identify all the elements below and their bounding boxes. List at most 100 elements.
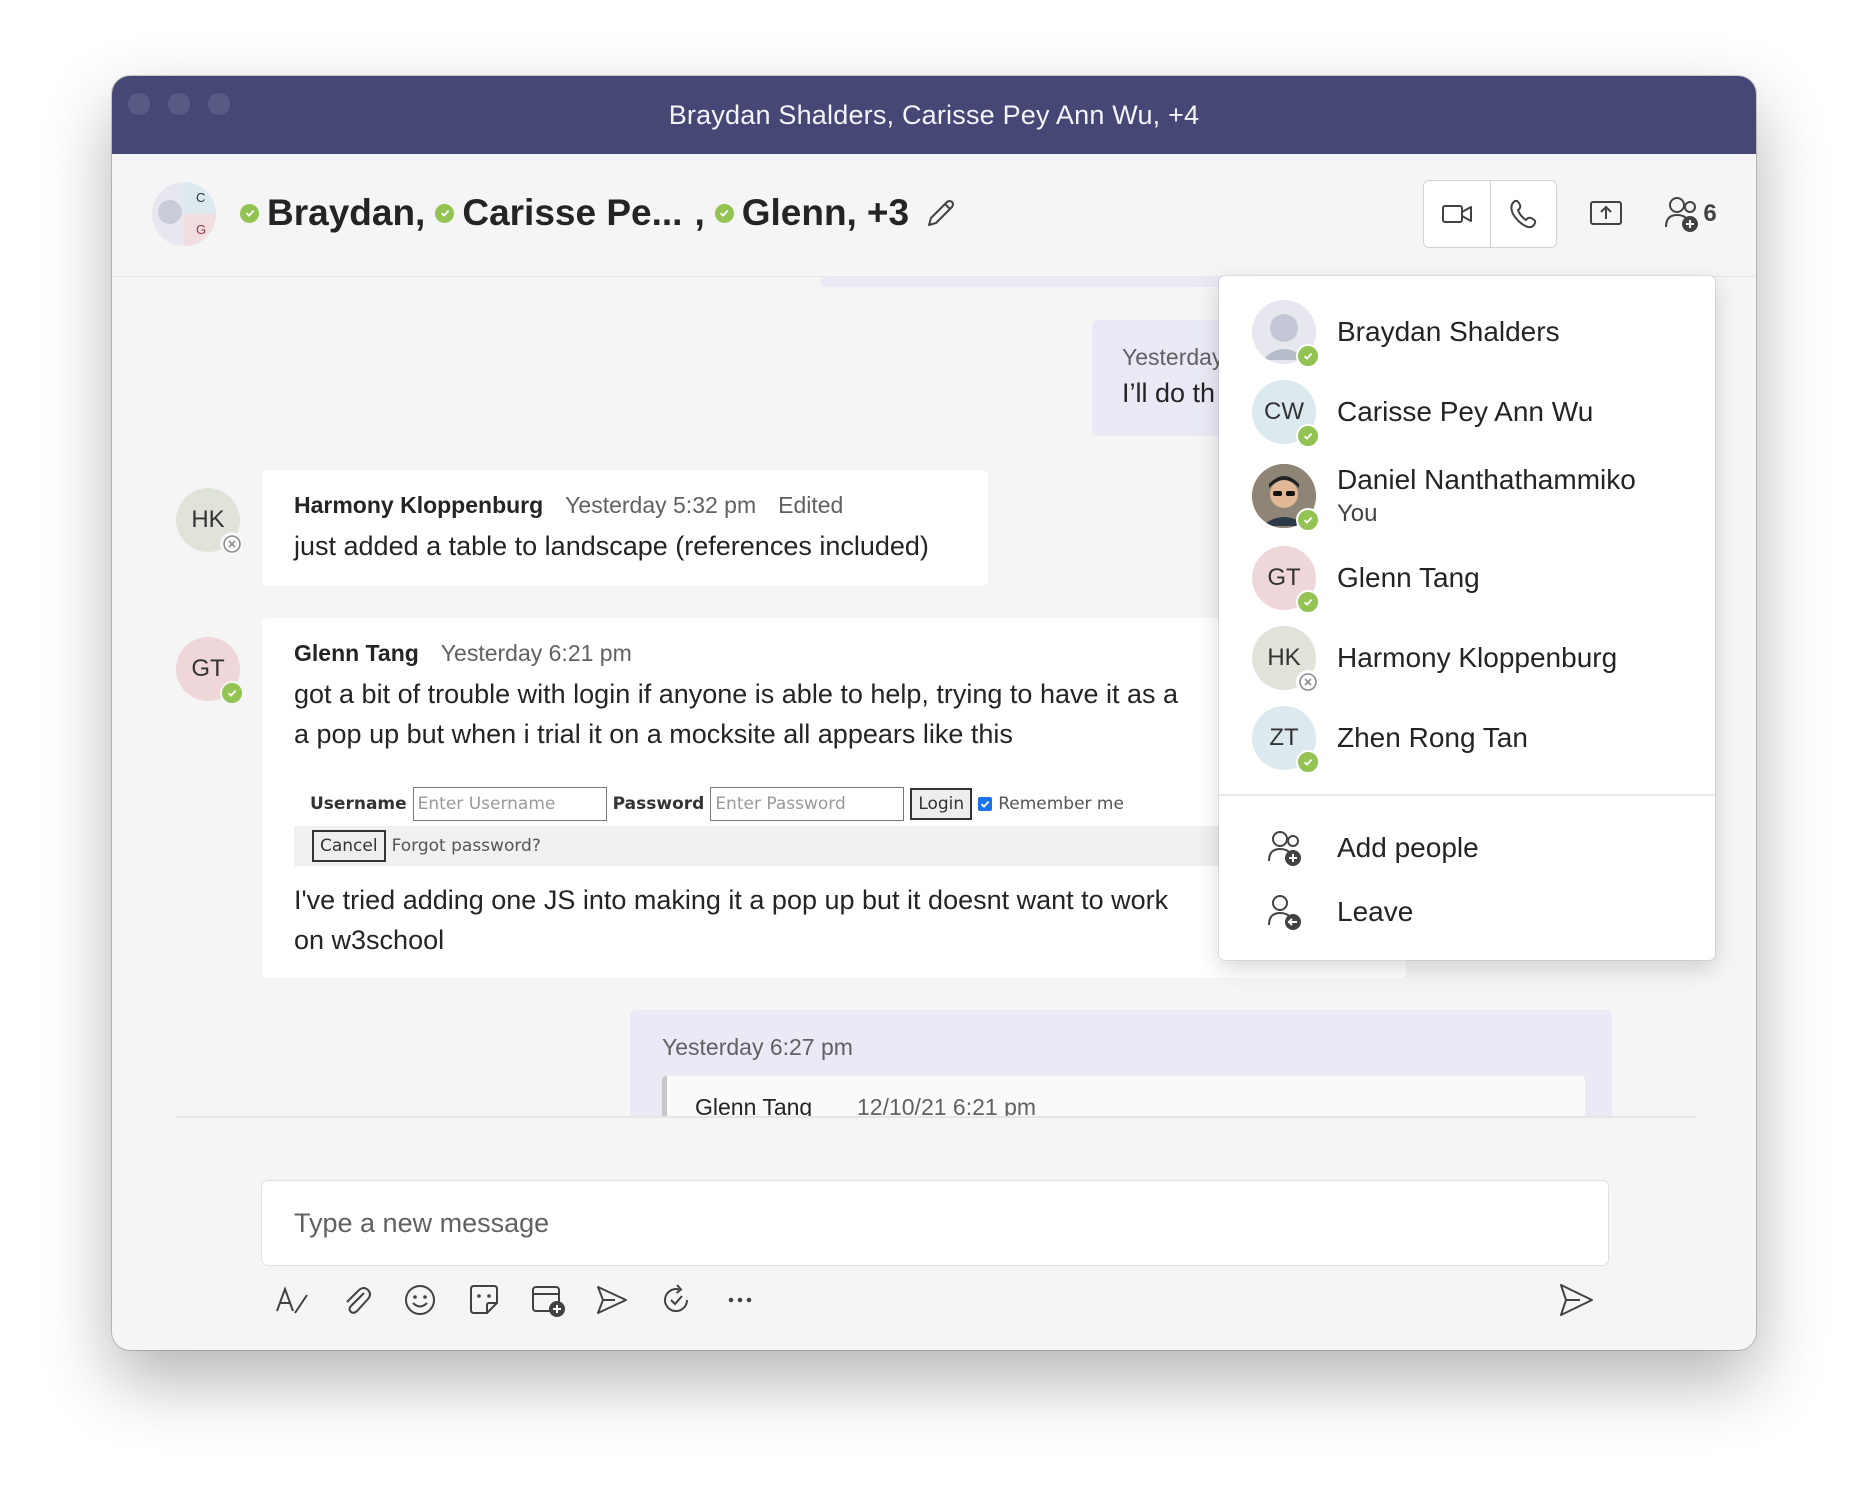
edited-label: Edited [778, 492, 844, 518]
add-people-button[interactable]: Add people [1219, 822, 1715, 874]
member-daniel-nanthathammiko[interactable]: Daniel Nanthathammiko You [1219, 464, 1715, 532]
sender-name[interactable]: Harmony Kloppenburg [294, 492, 543, 518]
password-label: Password [612, 794, 705, 814]
add-people-icon [1268, 831, 1301, 866]
send-icon [1560, 1284, 1593, 1316]
edit-name-icon[interactable] [923, 195, 959, 231]
send-button[interactable] [1554, 1278, 1598, 1322]
group-avatar-letter: C [196, 190, 206, 205]
member-name: Braydan Shalders [1337, 316, 1560, 347]
avatar-initials: CW [1264, 398, 1304, 425]
message-text: a pop up but when i trial it on a mocksi… [294, 719, 1013, 749]
login-button: Login [910, 788, 973, 820]
people-button[interactable]: 6 [1660, 190, 1720, 238]
ellipsis-icon [728, 1297, 752, 1303]
group-avatar: C G [152, 182, 216, 246]
message-text: I've tried adding one JS into making it … [294, 885, 1169, 915]
chat-title[interactable]: Braydan, Carisse Pe... , Glenn, +3 [230, 192, 959, 234]
emoji-icon [405, 1285, 435, 1315]
emoji-button[interactable] [398, 1278, 442, 1322]
member-carisse-pey-ann-wu[interactable]: CW Carisse Pey Ann Wu [1219, 380, 1715, 448]
avatar-harmony-kloppenburg[interactable]: HK [176, 488, 244, 556]
available-icon [714, 203, 734, 223]
member-avatar: GT [1252, 546, 1320, 614]
login-row: Username Enter Username Password Enter P… [310, 786, 1124, 822]
member-avatar: CW [1252, 380, 1320, 448]
member-name: Glenn Tang [1337, 562, 1480, 593]
refresh-icon [664, 1284, 689, 1313]
sticker-icon [470, 1285, 498, 1314]
message-text: got a bit of trouble with login if anyon… [294, 679, 1179, 709]
username-label: Username [310, 794, 407, 814]
participant-separator: , [694, 192, 705, 233]
leave-button[interactable]: Leave [1219, 886, 1715, 938]
message-time: Yesterday 6:27 pm [662, 1034, 853, 1060]
message-time: Yesterday [1122, 344, 1224, 370]
login-form-screenshot[interactable]: Username Enter Username Password Enter P… [294, 778, 1224, 866]
call-buttons [1423, 180, 1557, 248]
avatar-initials: ZT [1269, 724, 1299, 751]
share-screen-icon [1590, 201, 1622, 225]
sender-name[interactable]: Glenn Tang [294, 640, 419, 666]
quote-sender: Glenn Tang [695, 1094, 813, 1116]
username-field: Enter Username [412, 787, 607, 821]
loop-button[interactable] [654, 1278, 698, 1322]
people-flyout: Braydan Shalders CW Carisse Pey Ann Wu D… [1219, 276, 1715, 960]
available-status-icon [1296, 508, 1320, 532]
add-people-label: Add people [1337, 832, 1479, 863]
format-button[interactable] [270, 1278, 314, 1322]
calendar-add-icon [532, 1286, 565, 1317]
member-zhen-rong-tan[interactable]: ZT Zhen Rong Tan [1219, 706, 1715, 774]
group-avatar-letter: G [196, 222, 207, 237]
available-status-icon [1296, 590, 1320, 614]
composer-toolbar [270, 1278, 762, 1322]
message-text: I’ll do th [1122, 378, 1216, 408]
participant-name: Braydan, [267, 192, 426, 233]
paperclip-icon [346, 1287, 371, 1314]
message-composer[interactable]: Type a new message [262, 1181, 1608, 1265]
stream-button[interactable] [590, 1278, 634, 1322]
video-call-button[interactable] [1424, 181, 1490, 247]
people-count: 6 [1703, 200, 1717, 227]
member-avatar: ZT [1252, 706, 1320, 774]
divider [176, 1116, 1696, 1118]
cancel-button: Cancel [312, 830, 386, 862]
message-header: Harmony Kloppenburg Yesterday 5:32 pm Edit… [294, 492, 843, 519]
member-name: Daniel Nanthathammiko [1337, 464, 1636, 495]
avatar-initials: GT [191, 655, 225, 682]
share-screen-button[interactable] [1584, 192, 1628, 236]
forgot-password-link: Forgot password? [391, 836, 541, 856]
message-text: on w3school [294, 925, 445, 955]
quoted-message[interactable]: Glenn Tang 12/10/21 6:21 pm [662, 1076, 1585, 1116]
attach-button[interactable] [334, 1278, 378, 1322]
member-glenn-tang[interactable]: GT Glenn Tang [1219, 546, 1715, 614]
member-name: Carisse Pey Ann Wu [1337, 396, 1594, 427]
leave-label: Leave [1337, 896, 1414, 927]
login-row: Cancel Forgot password? [294, 826, 1224, 866]
minimize-window-button[interactable] [168, 93, 190, 115]
audio-call-button[interactable] [1489, 181, 1557, 247]
close-window-button[interactable] [128, 93, 150, 115]
member-braydan-shalders[interactable]: Braydan Shalders [1219, 300, 1715, 368]
available-status-icon [1296, 424, 1320, 448]
message-bubble: Harmony Kloppenburg Yesterday 5:32 pm Edit… [262, 470, 988, 586]
member-avatar [1252, 464, 1320, 532]
member-avatar: HK [1252, 626, 1320, 694]
message-time: Yesterday 6:21 pm [440, 640, 632, 666]
message-header: Glenn Tang Yesterday 6:21 pm [294, 640, 632, 667]
available-icon [435, 203, 455, 223]
available-status-icon [1296, 344, 1320, 368]
avatar-glenn-tang[interactable]: GT [176, 637, 244, 705]
member-avatar [1252, 300, 1320, 368]
offline-status-icon [220, 532, 244, 556]
zoom-window-button[interactable] [208, 93, 230, 115]
participant-name: Carisse Pe... [462, 192, 683, 233]
popup-divider [1219, 794, 1715, 796]
phone-icon [1510, 199, 1537, 229]
more-options-button[interactable] [718, 1278, 762, 1322]
checkbox-icon [978, 797, 993, 811]
schedule-meeting-button[interactable] [526, 1278, 570, 1322]
member-harmony-kloppenburg[interactable]: HK Harmony Kloppenburg [1219, 626, 1715, 694]
sticker-button[interactable] [462, 1278, 506, 1322]
avatar-initials: HK [191, 506, 225, 533]
